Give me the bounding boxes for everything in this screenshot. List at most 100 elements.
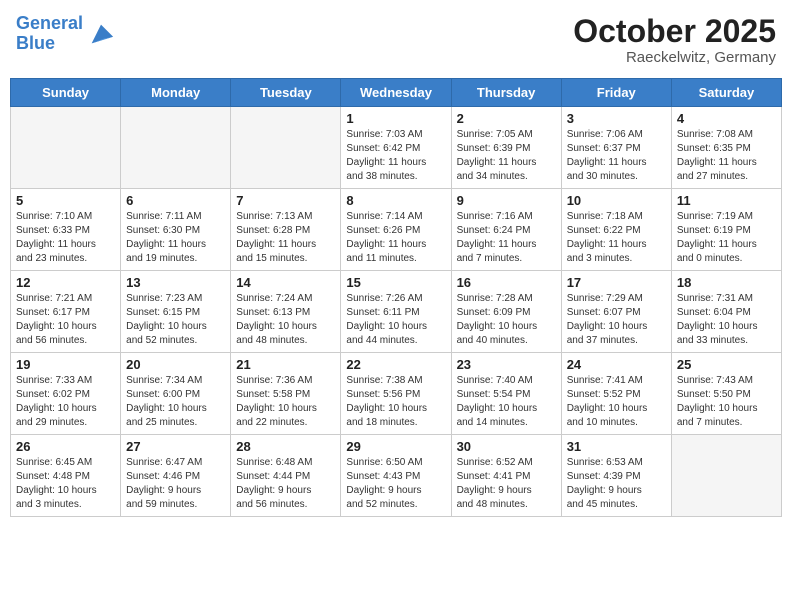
day-number: 11 xyxy=(677,193,776,208)
day-info: Sunrise: 7:10 AM Sunset: 6:33 PM Dayligh… xyxy=(16,210,115,266)
day-number: 5 xyxy=(16,193,115,208)
calendar-week-4: 19Sunrise: 7:33 AM Sunset: 6:02 PM Dayli… xyxy=(11,353,782,435)
day-number: 27 xyxy=(126,439,225,454)
day-info: Sunrise: 7:36 AM Sunset: 5:58 PM Dayligh… xyxy=(236,374,335,430)
day-info: Sunrise: 7:29 AM Sunset: 6:07 PM Dayligh… xyxy=(567,292,666,348)
day-number: 26 xyxy=(16,439,115,454)
calendar-cell: 4Sunrise: 7:08 AM Sunset: 6:35 PM Daylig… xyxy=(671,107,781,189)
calendar-cell: 5 Sunrise: 7:10 AM Sunset: 6:33 PM Daylig… xyxy=(11,189,121,271)
day-number: 21 xyxy=(236,357,335,372)
day-info: Sunrise: 7:33 AM Sunset: 6:02 PM Dayligh… xyxy=(16,374,115,430)
calendar-cell: 18Sunrise: 7:31 AM Sunset: 6:04 PM Dayli… xyxy=(671,271,781,353)
day-info: Sunrise: 7:26 AM Sunset: 6:11 PM Dayligh… xyxy=(346,292,445,348)
calendar-cell: 28 Sunrise: 6:48 AM Sunset: 4:44 PM Dayli… xyxy=(231,435,341,517)
calendar-cell: 1 Sunrise: 7:03 AM Sunset: 6:42 PM Daylig… xyxy=(341,107,451,189)
calendar-cell: 20Sunrise: 7:34 AM Sunset: 6:00 PM Dayli… xyxy=(121,353,231,435)
calendar-cell: 6Sunrise: 7:11 AM Sunset: 6:30 PM Daylig… xyxy=(121,189,231,271)
logo-general: General xyxy=(16,13,83,33)
calendar-cell: 19Sunrise: 7:33 AM Sunset: 6:02 PM Dayli… xyxy=(11,353,121,435)
logo-text: General Blue xyxy=(16,14,83,54)
page-header: General Blue October 2025 Raeckelwitz, G… xyxy=(10,10,782,70)
logo-blue: Blue xyxy=(16,33,55,53)
calendar-week-3: 12 Sunrise: 7:21 AM Sunset: 6:17 PM Dayli… xyxy=(11,271,782,353)
calendar-cell: 30 Sunrise: 6:52 AM Sunset: 4:41 PM Dayli… xyxy=(451,435,561,517)
calendar-header-row: SundayMondayTuesdayWednesdayThursdayFrid… xyxy=(11,79,782,107)
location-title: Raeckelwitz, Germany xyxy=(573,49,776,66)
calendar-week-2: 5 Sunrise: 7:10 AM Sunset: 6:33 PM Daylig… xyxy=(11,189,782,271)
day-info: Sunrise: 7:06 AM Sunset: 6:37 PM Dayligh… xyxy=(567,128,666,184)
day-number: 22 xyxy=(346,357,445,372)
calendar-cell: 13Sunrise: 7:23 AM Sunset: 6:15 PM Dayli… xyxy=(121,271,231,353)
day-number: 24 xyxy=(567,357,666,372)
calendar-table: SundayMondayTuesdayWednesdayThursdayFrid… xyxy=(10,78,782,517)
day-number: 6 xyxy=(126,193,225,208)
calendar-cell: 16 Sunrise: 7:28 AM Sunset: 6:09 PM Dayli… xyxy=(451,271,561,353)
calendar-cell: 21 Sunrise: 7:36 AM Sunset: 5:58 PM Dayli… xyxy=(231,353,341,435)
calendar-cell: 15 Sunrise: 7:26 AM Sunset: 6:11 PM Dayli… xyxy=(341,271,451,353)
title-block: October 2025 Raeckelwitz, Germany xyxy=(573,14,776,66)
calendar-week-1: 1 Sunrise: 7:03 AM Sunset: 6:42 PM Daylig… xyxy=(11,107,782,189)
day-info: Sunrise: 7:05 AM Sunset: 6:39 PM Dayligh… xyxy=(457,128,556,184)
day-header-saturday: Saturday xyxy=(671,79,781,107)
calendar-cell: 23Sunrise: 7:40 AM Sunset: 5:54 PM Dayli… xyxy=(451,353,561,435)
day-number: 18 xyxy=(677,275,776,290)
day-header-tuesday: Tuesday xyxy=(231,79,341,107)
calendar-cell: 8 Sunrise: 7:14 AM Sunset: 6:26 PM Daylig… xyxy=(341,189,451,271)
calendar-week-5: 26Sunrise: 6:45 AM Sunset: 4:48 PM Dayli… xyxy=(11,435,782,517)
day-number: 30 xyxy=(457,439,556,454)
calendar-cell: 3 Sunrise: 7:06 AM Sunset: 6:37 PM Daylig… xyxy=(561,107,671,189)
day-number: 7 xyxy=(236,193,335,208)
day-info: Sunrise: 7:18 AM Sunset: 6:22 PM Dayligh… xyxy=(567,210,666,266)
day-number: 4 xyxy=(677,111,776,126)
calendar-cell: 12 Sunrise: 7:21 AM Sunset: 6:17 PM Dayli… xyxy=(11,271,121,353)
calendar-cell: 10 Sunrise: 7:18 AM Sunset: 6:22 PM Dayli… xyxy=(561,189,671,271)
day-info: Sunrise: 6:52 AM Sunset: 4:41 PM Dayligh… xyxy=(457,456,556,512)
day-number: 1 xyxy=(346,111,445,126)
calendar-cell: 2 Sunrise: 7:05 AM Sunset: 6:39 PM Daylig… xyxy=(451,107,561,189)
day-info: Sunrise: 7:23 AM Sunset: 6:15 PM Dayligh… xyxy=(126,292,225,348)
day-number: 15 xyxy=(346,275,445,290)
day-number: 12 xyxy=(16,275,115,290)
calendar-cell xyxy=(671,435,781,517)
day-info: Sunrise: 7:21 AM Sunset: 6:17 PM Dayligh… xyxy=(16,292,115,348)
day-number: 3 xyxy=(567,111,666,126)
day-info: Sunrise: 6:48 AM Sunset: 4:44 PM Dayligh… xyxy=(236,456,335,512)
day-number: 29 xyxy=(346,439,445,454)
day-info: Sunrise: 7:24 AM Sunset: 6:13 PM Dayligh… xyxy=(236,292,335,348)
day-header-sunday: Sunday xyxy=(11,79,121,107)
day-number: 20 xyxy=(126,357,225,372)
day-info: Sunrise: 7:14 AM Sunset: 6:26 PM Dayligh… xyxy=(346,210,445,266)
day-info: Sunrise: 7:43 AM Sunset: 5:50 PM Dayligh… xyxy=(677,374,776,430)
calendar-cell: 7 Sunrise: 7:13 AM Sunset: 6:28 PM Daylig… xyxy=(231,189,341,271)
day-header-thursday: Thursday xyxy=(451,79,561,107)
calendar-cell: 17Sunrise: 7:29 AM Sunset: 6:07 PM Dayli… xyxy=(561,271,671,353)
calendar-cell: 14 Sunrise: 7:24 AM Sunset: 6:13 PM Dayli… xyxy=(231,271,341,353)
day-header-monday: Monday xyxy=(121,79,231,107)
calendar-cell xyxy=(121,107,231,189)
day-info: Sunrise: 7:03 AM Sunset: 6:42 PM Dayligh… xyxy=(346,128,445,184)
day-header-friday: Friday xyxy=(561,79,671,107)
calendar-cell: 25Sunrise: 7:43 AM Sunset: 5:50 PM Dayli… xyxy=(671,353,781,435)
calendar-cell: 9Sunrise: 7:16 AM Sunset: 6:24 PM Daylig… xyxy=(451,189,561,271)
day-number: 16 xyxy=(457,275,556,290)
logo: General Blue xyxy=(16,14,115,54)
day-info: Sunrise: 6:47 AM Sunset: 4:46 PM Dayligh… xyxy=(126,456,225,512)
day-info: Sunrise: 7:40 AM Sunset: 5:54 PM Dayligh… xyxy=(457,374,556,430)
calendar-cell: 24 Sunrise: 7:41 AM Sunset: 5:52 PM Dayli… xyxy=(561,353,671,435)
calendar-cell: 29Sunrise: 6:50 AM Sunset: 4:43 PM Dayli… xyxy=(341,435,451,517)
day-number: 2 xyxy=(457,111,556,126)
day-number: 10 xyxy=(567,193,666,208)
calendar-cell: 11 Sunrise: 7:19 AM Sunset: 6:19 PM Dayli… xyxy=(671,189,781,271)
day-info: Sunrise: 7:13 AM Sunset: 6:28 PM Dayligh… xyxy=(236,210,335,266)
calendar-cell: 26Sunrise: 6:45 AM Sunset: 4:48 PM Dayli… xyxy=(11,435,121,517)
day-info: Sunrise: 7:38 AM Sunset: 5:56 PM Dayligh… xyxy=(346,374,445,430)
day-info: Sunrise: 7:19 AM Sunset: 6:19 PM Dayligh… xyxy=(677,210,776,266)
month-title: October 2025 xyxy=(573,14,776,49)
day-info: Sunrise: 7:41 AM Sunset: 5:52 PM Dayligh… xyxy=(567,374,666,430)
calendar-cell xyxy=(11,107,121,189)
day-number: 14 xyxy=(236,275,335,290)
day-number: 9 xyxy=(457,193,556,208)
day-number: 8 xyxy=(346,193,445,208)
day-number: 28 xyxy=(236,439,335,454)
day-info: Sunrise: 7:28 AM Sunset: 6:09 PM Dayligh… xyxy=(457,292,556,348)
